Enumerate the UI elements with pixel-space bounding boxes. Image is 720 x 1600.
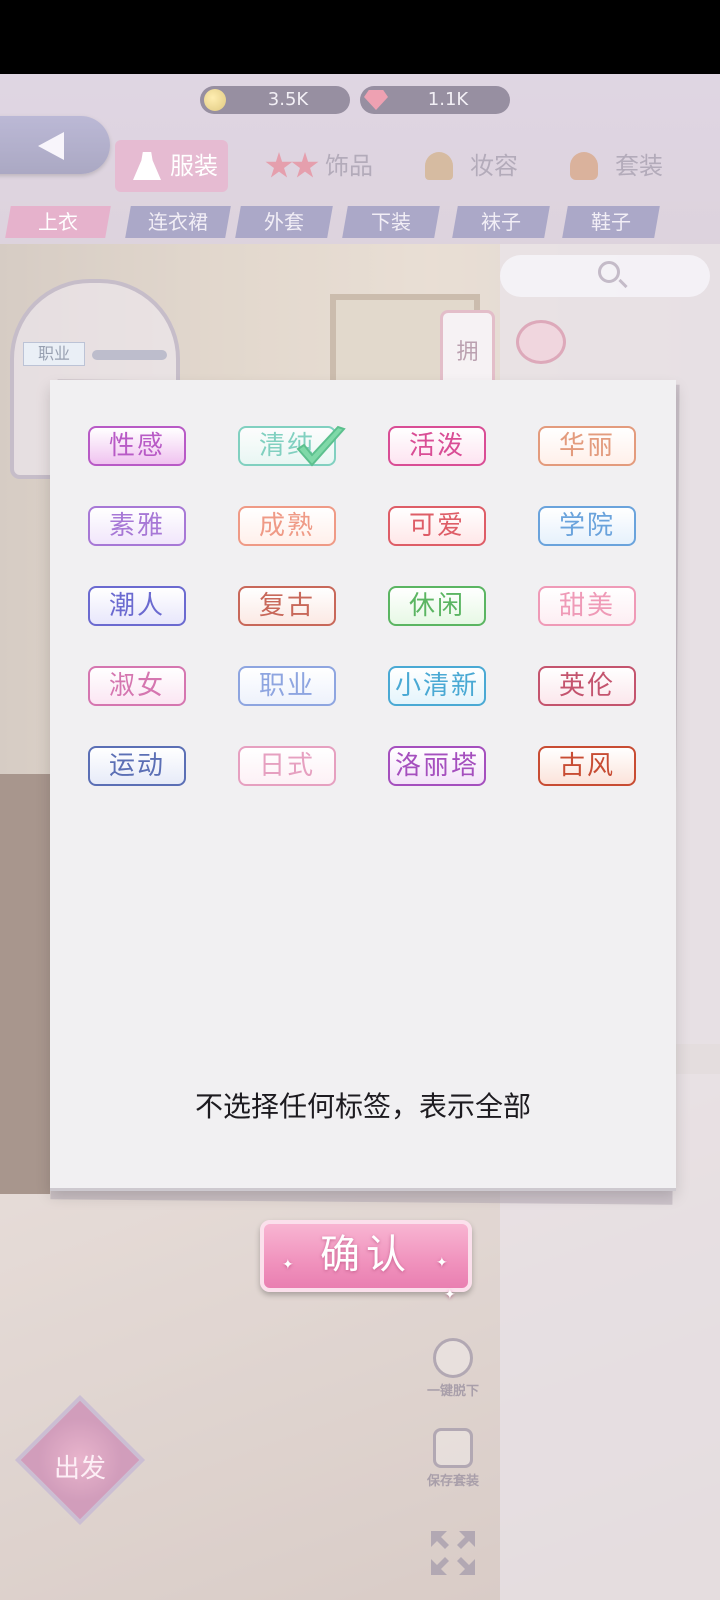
tag-option[interactable]: 洛丽塔 (388, 746, 486, 786)
tag-option[interactable]: 运动 (88, 746, 186, 786)
tag-option[interactable]: 潮人 (88, 586, 186, 626)
checkmark-icon (294, 425, 348, 473)
confirm-label: 确认 (320, 1232, 412, 1278)
tag-option[interactable]: 古风 (538, 746, 636, 786)
status-bar (0, 0, 720, 74)
tag-option[interactable]: 性感 (88, 426, 186, 466)
tag-option[interactable]: 职业 (238, 666, 336, 706)
tag-option[interactable]: 成熟 (238, 506, 336, 546)
tag-option[interactable]: 小清新 (388, 666, 486, 706)
tag-option[interactable]: 复古 (238, 586, 336, 626)
hint-text: 不选择任何标签，表示全部 (194, 1090, 531, 1123)
tag-option[interactable]: 英伦 (538, 666, 636, 706)
tag-option[interactable]: 活泼 (388, 426, 486, 466)
tag-option[interactable]: 休闲 (388, 586, 486, 626)
tag-option[interactable]: 甜美 (538, 586, 636, 626)
tag-option[interactable]: 华丽 (538, 426, 636, 466)
tag-option[interactable]: 学院 (538, 506, 636, 546)
tag-option[interactable]: 淑女 (88, 666, 186, 706)
tag-option[interactable]: 日式 (238, 746, 336, 786)
confirm-button[interactable]: ✦ ✦ ✦ 确认 (260, 1220, 472, 1303)
sparkle-icon: ✦ (444, 1287, 462, 1303)
sparkle-icon: ✦ (282, 1257, 300, 1273)
tag-option[interactable]: 素雅 (88, 506, 186, 546)
tag-option[interactable]: 可爱 (388, 506, 486, 546)
